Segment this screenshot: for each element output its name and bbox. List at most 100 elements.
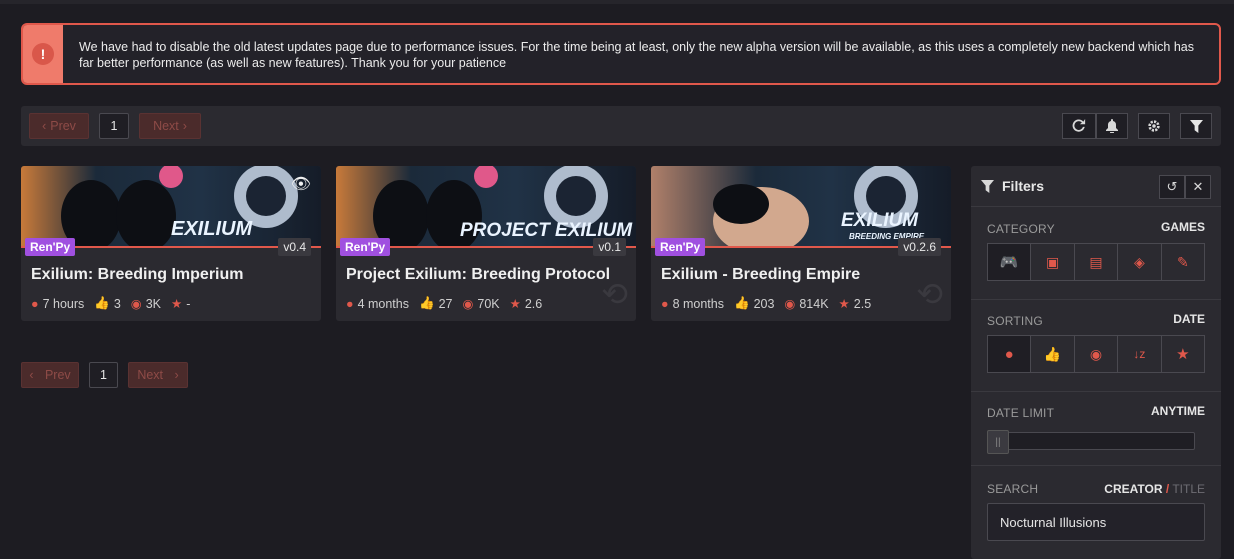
likes-count: 203 — [753, 296, 775, 311]
alert-icon-area: ! — [23, 25, 63, 83]
sort-likes-button[interactable]: 👍 — [1031, 336, 1075, 372]
clock-icon: ● — [1004, 345, 1014, 363]
close-filters-button[interactable]: ✕ — [1185, 175, 1211, 199]
thumbs-up-icon: 👍 — [418, 296, 435, 310]
version-badge: v0.2.6 — [898, 238, 941, 256]
card-banner-image[interactable]: EXILIUM BREEDING EMPIRE — [651, 166, 951, 248]
bell-icon — [1106, 119, 1118, 133]
rating-value: - — [186, 296, 191, 311]
sort-alpha-button[interactable]: ↓z — [1118, 336, 1162, 372]
banner-title-text: EXILIUM — [171, 218, 253, 240]
bottom-prev-page-button[interactable]: ‹ Prev — [21, 362, 79, 388]
announcement-alert: ! We have had to disable the old latest … — [21, 23, 1221, 85]
card-banner-image[interactable]: EXILIUM 👁 — [21, 166, 321, 248]
card-stats: ● 4 months 👍 27 ◉ 70K ★ 2.6 — [346, 296, 546, 311]
card-title[interactable]: Exilium - Breeding Empire — [661, 266, 860, 284]
rating-value: 2.6 — [524, 296, 543, 311]
slider-handle[interactable]: || — [987, 430, 1009, 454]
sort-rating-button[interactable]: ★ — [1161, 336, 1205, 372]
engine-badge: Ren'Py — [25, 238, 76, 256]
clock-icon: ● — [661, 296, 669, 311]
category-mods-button[interactable]: ◈ — [1118, 244, 1162, 280]
card-title[interactable]: Exilium: Breeding Imperium — [31, 266, 243, 284]
thumbs-up-icon: 👍 — [1043, 345, 1062, 362]
history-icon: ⟲ — [916, 276, 943, 312]
sort-date-button[interactable]: ● — [988, 336, 1032, 372]
eye-icon: 👁 — [290, 176, 311, 193]
card-stats: ● 8 months 👍 203 ◉ 814K ★ 2.5 — [661, 296, 875, 311]
search-mode-creator[interactable]: CREATOR — [1104, 482, 1162, 496]
chevron-right-icon: › — [174, 368, 179, 382]
filters-title: Filters — [1002, 178, 1045, 194]
star-icon: ★ — [838, 297, 850, 311]
eye-icon: ◉ — [462, 297, 474, 311]
filters-header-buttons: ↺ ✕ — [1159, 175, 1211, 199]
search-input[interactable] — [987, 503, 1205, 541]
sorting-selector: ● 👍 ◉ ↓z ★ — [987, 335, 1205, 373]
notifications-button[interactable] — [1096, 113, 1128, 139]
bottom-page-number-button[interactable]: 1 — [89, 362, 118, 388]
next-page-button[interactable]: Next › — [139, 113, 201, 139]
search-mode-toggle: CREATOR / TITLE — [1104, 482, 1205, 496]
next-label: Next — [153, 119, 179, 133]
star-icon: ★ — [171, 297, 183, 311]
chevron-left-icon: ‹ — [29, 368, 34, 382]
rating-value: 2.5 — [853, 296, 872, 311]
film-icon: ▤ — [1089, 253, 1103, 270]
category-images-button[interactable]: ▣ — [1031, 244, 1075, 280]
filter-icon — [1189, 119, 1203, 133]
card-stats: ● 7 hours 👍 3 ◉ 3K ★ - — [31, 296, 194, 311]
prev-page-button[interactable]: ‹ Prev — [29, 113, 89, 139]
close-icon: ✕ — [1192, 179, 1204, 194]
category-games-button[interactable]: 🎮 — [988, 244, 1032, 280]
views-count: 70K — [477, 296, 500, 311]
version-badge: v0.4 — [278, 238, 311, 256]
date-limit-label: DATE LIMIT — [987, 406, 1055, 420]
bottom-next-page-button[interactable]: Next › — [128, 362, 188, 388]
refresh-button[interactable] — [1062, 113, 1096, 139]
chevron-right-icon: › — [182, 119, 187, 133]
chevron-left-icon: ‹ — [42, 119, 47, 133]
sort-alpha-icon: ↓z — [1133, 347, 1146, 361]
sort-views-button[interactable]: ◉ — [1074, 336, 1119, 372]
category-video-button[interactable]: ▤ — [1074, 244, 1119, 280]
game-card[interactable]: EXILIUM 👁 Ren'Py v0.4 Exilium: Breeding … — [21, 166, 321, 321]
clock-icon: ● — [346, 296, 354, 311]
updated-time: 7 hours — [42, 296, 85, 311]
undo-icon: ↺ — [1166, 179, 1178, 194]
star-icon: ★ — [1176, 346, 1190, 363]
card-banner-image[interactable]: PROJECT EXILIUM — [336, 166, 636, 248]
edit-icon: ✎ — [1176, 253, 1189, 270]
likes-count: 27 — [438, 296, 453, 311]
game-card[interactable]: EXILIUM BREEDING EMPIRE Ren'Py v0.2.6 Ex… — [651, 166, 951, 321]
prev-label: Prev — [50, 119, 76, 133]
updated-time: 8 months — [672, 296, 724, 311]
alert-message: We have had to disable the old latest up… — [79, 40, 1195, 70]
settings-button[interactable] — [1138, 113, 1170, 139]
reset-filters-button[interactable]: ↺ — [1159, 175, 1185, 199]
date-limit-slider[interactable]: || — [987, 430, 1195, 454]
next-label: Next — [137, 368, 164, 382]
info-icon: ! — [32, 43, 54, 65]
game-card[interactable]: PROJECT EXILIUM Ren'Py v0.1 Project Exil… — [336, 166, 636, 321]
page-number-button[interactable]: 1 — [99, 113, 129, 139]
refresh-icon — [1072, 119, 1086, 132]
date-limit-value: ANYTIME — [1151, 404, 1205, 418]
eye-icon: ◉ — [130, 297, 142, 311]
card-title[interactable]: Project Exilium: Breeding Protocol — [346, 266, 610, 284]
sorting-value: DATE — [1173, 312, 1205, 326]
eye-icon: ◉ — [1089, 345, 1103, 362]
thumbs-up-icon: 👍 — [94, 296, 110, 310]
history-icon: ⟲ — [601, 276, 628, 312]
prev-label: Prev — [44, 368, 71, 382]
sorting-label: SORTING — [987, 314, 1043, 328]
search-label: SEARCH — [987, 482, 1039, 496]
gear-icon — [1148, 120, 1160, 132]
search-mode-title[interactable]: TITLE — [1172, 482, 1205, 496]
filter-toggle-button[interactable] — [1180, 113, 1212, 139]
date-limit-section: DATE LIMIT ANYTIME — [971, 392, 1221, 466]
category-writing-button[interactable]: ✎ — [1161, 244, 1205, 280]
pagination-toolbar: ‹ Prev 1 Next › — [21, 106, 1221, 146]
updated-time: 4 months — [357, 296, 409, 311]
filter-icon — [981, 179, 994, 193]
